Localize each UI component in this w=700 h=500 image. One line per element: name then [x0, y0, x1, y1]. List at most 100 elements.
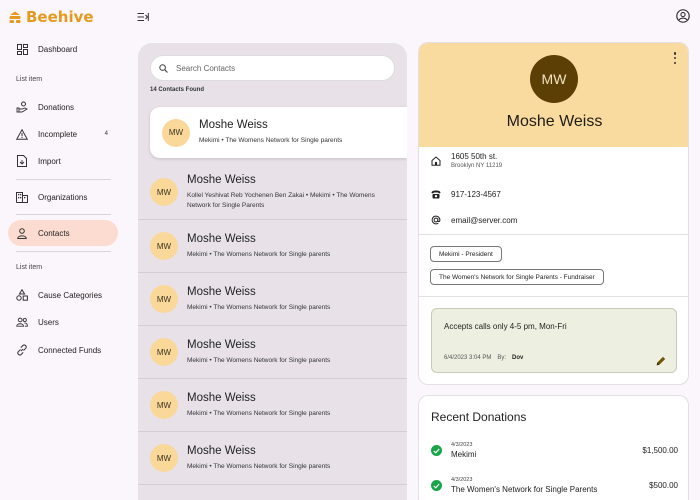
- sidebar-item-label: Dashboard: [38, 44, 78, 54]
- app-logo[interactable]: Beehive: [8, 8, 94, 26]
- address-line2: Brooklyn NY 11219: [451, 163, 503, 169]
- donation-row[interactable]: 4/3/2023 The Women's Network for Single …: [431, 477, 678, 494]
- edit-note-button[interactable]: [656, 353, 666, 366]
- link-icon: [16, 344, 28, 356]
- more-options-button[interactable]: [672, 51, 678, 65]
- contact-item[interactable]: MW Moshe Weiss Mekimi • The Womens Netwo…: [138, 432, 407, 485]
- sidebar-item-import[interactable]: Import: [8, 148, 118, 174]
- search-input[interactable]: [176, 63, 376, 73]
- sidebar-divider: [16, 251, 111, 252]
- contact-item[interactable]: MW Moshe Weiss Mekimi • The Womens Netwo…: [138, 220, 407, 273]
- contacts-count: 14 Contacts Found: [150, 87, 205, 93]
- note-date: 6/4/2023 3:04 PM: [444, 355, 492, 361]
- note-text: Accepts calls only 4-5 pm, Mon-Fri: [444, 322, 567, 331]
- contact-name: Moshe Weiss: [187, 444, 256, 457]
- contact-subtitle: Mekimi • The Womens Network for Single p…: [187, 409, 331, 417]
- sidebar-item-label: Connected Funds: [38, 345, 102, 355]
- person-icon: [16, 227, 28, 239]
- beehive-logo-icon: [9, 11, 21, 23]
- check-circle-icon: [431, 480, 442, 491]
- sidebar-item-label: Incomplete: [38, 129, 78, 139]
- phone-number[interactable]: 917-123-4567: [451, 190, 501, 199]
- email-address[interactable]: email@server.com: [451, 216, 517, 225]
- donation-organization: Mekimi: [451, 450, 477, 459]
- sidebar-item-donations[interactable]: Donations: [8, 94, 118, 120]
- users-icon: [16, 316, 28, 328]
- sidebar-item-label: Users: [38, 317, 59, 327]
- contact-item[interactable]: MW Moshe Weiss Mekimi • The Womens Netwo…: [150, 107, 407, 158]
- contact-subtitle: Mekimi • The Womens Network for Single p…: [187, 356, 331, 364]
- contact-avatar: MW: [150, 178, 178, 206]
- contact-item[interactable]: MW Moshe Weiss Mekimi • The Womens Netwo…: [138, 379, 407, 432]
- sidebar-item-organizations[interactable]: Organizations: [8, 184, 118, 210]
- donation-date: 4/3/2023: [451, 442, 473, 448]
- import-icon: [16, 155, 28, 167]
- more-vertical-icon: [673, 52, 677, 55]
- contact-item[interactable]: MW Moshe Weiss Kollel Yeshivat Reb Yoche…: [138, 165, 407, 220]
- role-chip[interactable]: Mekimi - President: [430, 246, 502, 262]
- sidebar-item-dashboard[interactable]: Dashboard: [8, 36, 118, 62]
- sidebar-item-connected-funds[interactable]: Connected Funds: [8, 337, 118, 363]
- contact-avatar: MW: [162, 118, 190, 147]
- note-by-label: By:: [497, 355, 507, 361]
- contact-subtitle: Mekimi • The Womens Network for Single p…: [187, 303, 331, 311]
- contact-item[interactable]: MW Moshe Weiss Mekimi • The Womens Netwo…: [138, 326, 407, 379]
- contact-name: Moshe Weiss: [187, 338, 256, 351]
- search-field[interactable]: [150, 55, 395, 81]
- sidebar-item-contacts[interactable]: Contacts: [8, 220, 118, 246]
- contact-detail-header: MW Moshe Weiss: [419, 43, 688, 147]
- contact-subtitle: Kollel Yeshivat Reb Yochenen Ben Zakai •…: [187, 192, 375, 209]
- menu-collapse-icon: [137, 12, 149, 22]
- sidebar-divider: [16, 214, 111, 215]
- donation-amount: $1,500.00: [642, 446, 678, 455]
- contact-avatar: MW: [150, 391, 178, 419]
- donation-date: 4/3/2023: [451, 477, 473, 483]
- sidebar-divider: [16, 179, 111, 180]
- contact-detail-card: MW Moshe Weiss 1605 50th st. Brooklyn NY…: [418, 42, 689, 385]
- contact-subtitle: Mekimi • The Womens Network for Single p…: [187, 250, 331, 258]
- section-label: List item: [16, 264, 43, 271]
- note-author: Dov: [512, 355, 524, 361]
- search-icon: [159, 63, 168, 73]
- donation-organization: The Women's Network for Single Parents: [451, 485, 598, 494]
- sidebar-item-users[interactable]: Users: [8, 309, 118, 335]
- contact-subtitle: Mekimi • The Womens Network for Single p…: [187, 462, 331, 470]
- recent-donations-card: Recent Donations 4/3/2023 Mekimi $1,500.…: [418, 395, 689, 500]
- contact-avatar: MW: [150, 338, 178, 366]
- contact-avatar: MW: [150, 285, 178, 313]
- contact-name: Moshe Weiss: [187, 391, 256, 404]
- section-label: List item: [16, 76, 43, 83]
- dashboard-icon: [16, 43, 28, 55]
- donation-row[interactable]: 4/3/2023 Mekimi $1,500.00: [431, 442, 678, 459]
- collapse-sidebar-button[interactable]: [137, 10, 149, 22]
- sidebar-item-incomplete[interactable]: Incomplete 4: [8, 121, 118, 147]
- warning-icon: [16, 128, 28, 140]
- check-circle-icon: [431, 445, 442, 456]
- account-button[interactable]: [676, 9, 690, 23]
- app-name: Beehive: [26, 8, 94, 26]
- contact-avatar-large: MW: [530, 55, 578, 103]
- email-row: email@server.com: [431, 215, 517, 225]
- contact-name: Moshe Weiss: [187, 285, 256, 298]
- recent-donations-title: Recent Donations: [431, 410, 527, 424]
- organization-icon: [16, 191, 28, 203]
- category-icon: [16, 289, 28, 301]
- at-sign-icon: [431, 215, 441, 225]
- divider: [419, 234, 688, 235]
- pencil-icon: [656, 356, 666, 366]
- note-meta: 6/4/2023 3:04 PM By: Dov: [444, 355, 523, 361]
- contact-detail-name: Moshe Weiss: [506, 113, 603, 130]
- contact-avatar: MW: [150, 444, 178, 472]
- sidebar-item-label: Contacts: [38, 228, 70, 238]
- contact-name: Moshe Weiss: [187, 174, 256, 187]
- address-line1: 1605 50th st.: [451, 152, 498, 161]
- contact-item[interactable]: MW Moshe Weiss Mekimi • The Womens Netwo…: [138, 273, 407, 326]
- account-circle-icon: [676, 9, 690, 23]
- home-icon: [431, 155, 441, 166]
- role-chip[interactable]: The Women's Network for Single Parents -…: [430, 269, 604, 285]
- sidebar-item-label: Organizations: [38, 192, 88, 202]
- sidebar-item-label: Cause Categories: [38, 290, 103, 300]
- donations-icon: [16, 101, 28, 113]
- address-row: 1605 50th st. Brooklyn NY 11219: [431, 152, 502, 169]
- sidebar-item-cause-categories[interactable]: Cause Categories: [8, 282, 118, 308]
